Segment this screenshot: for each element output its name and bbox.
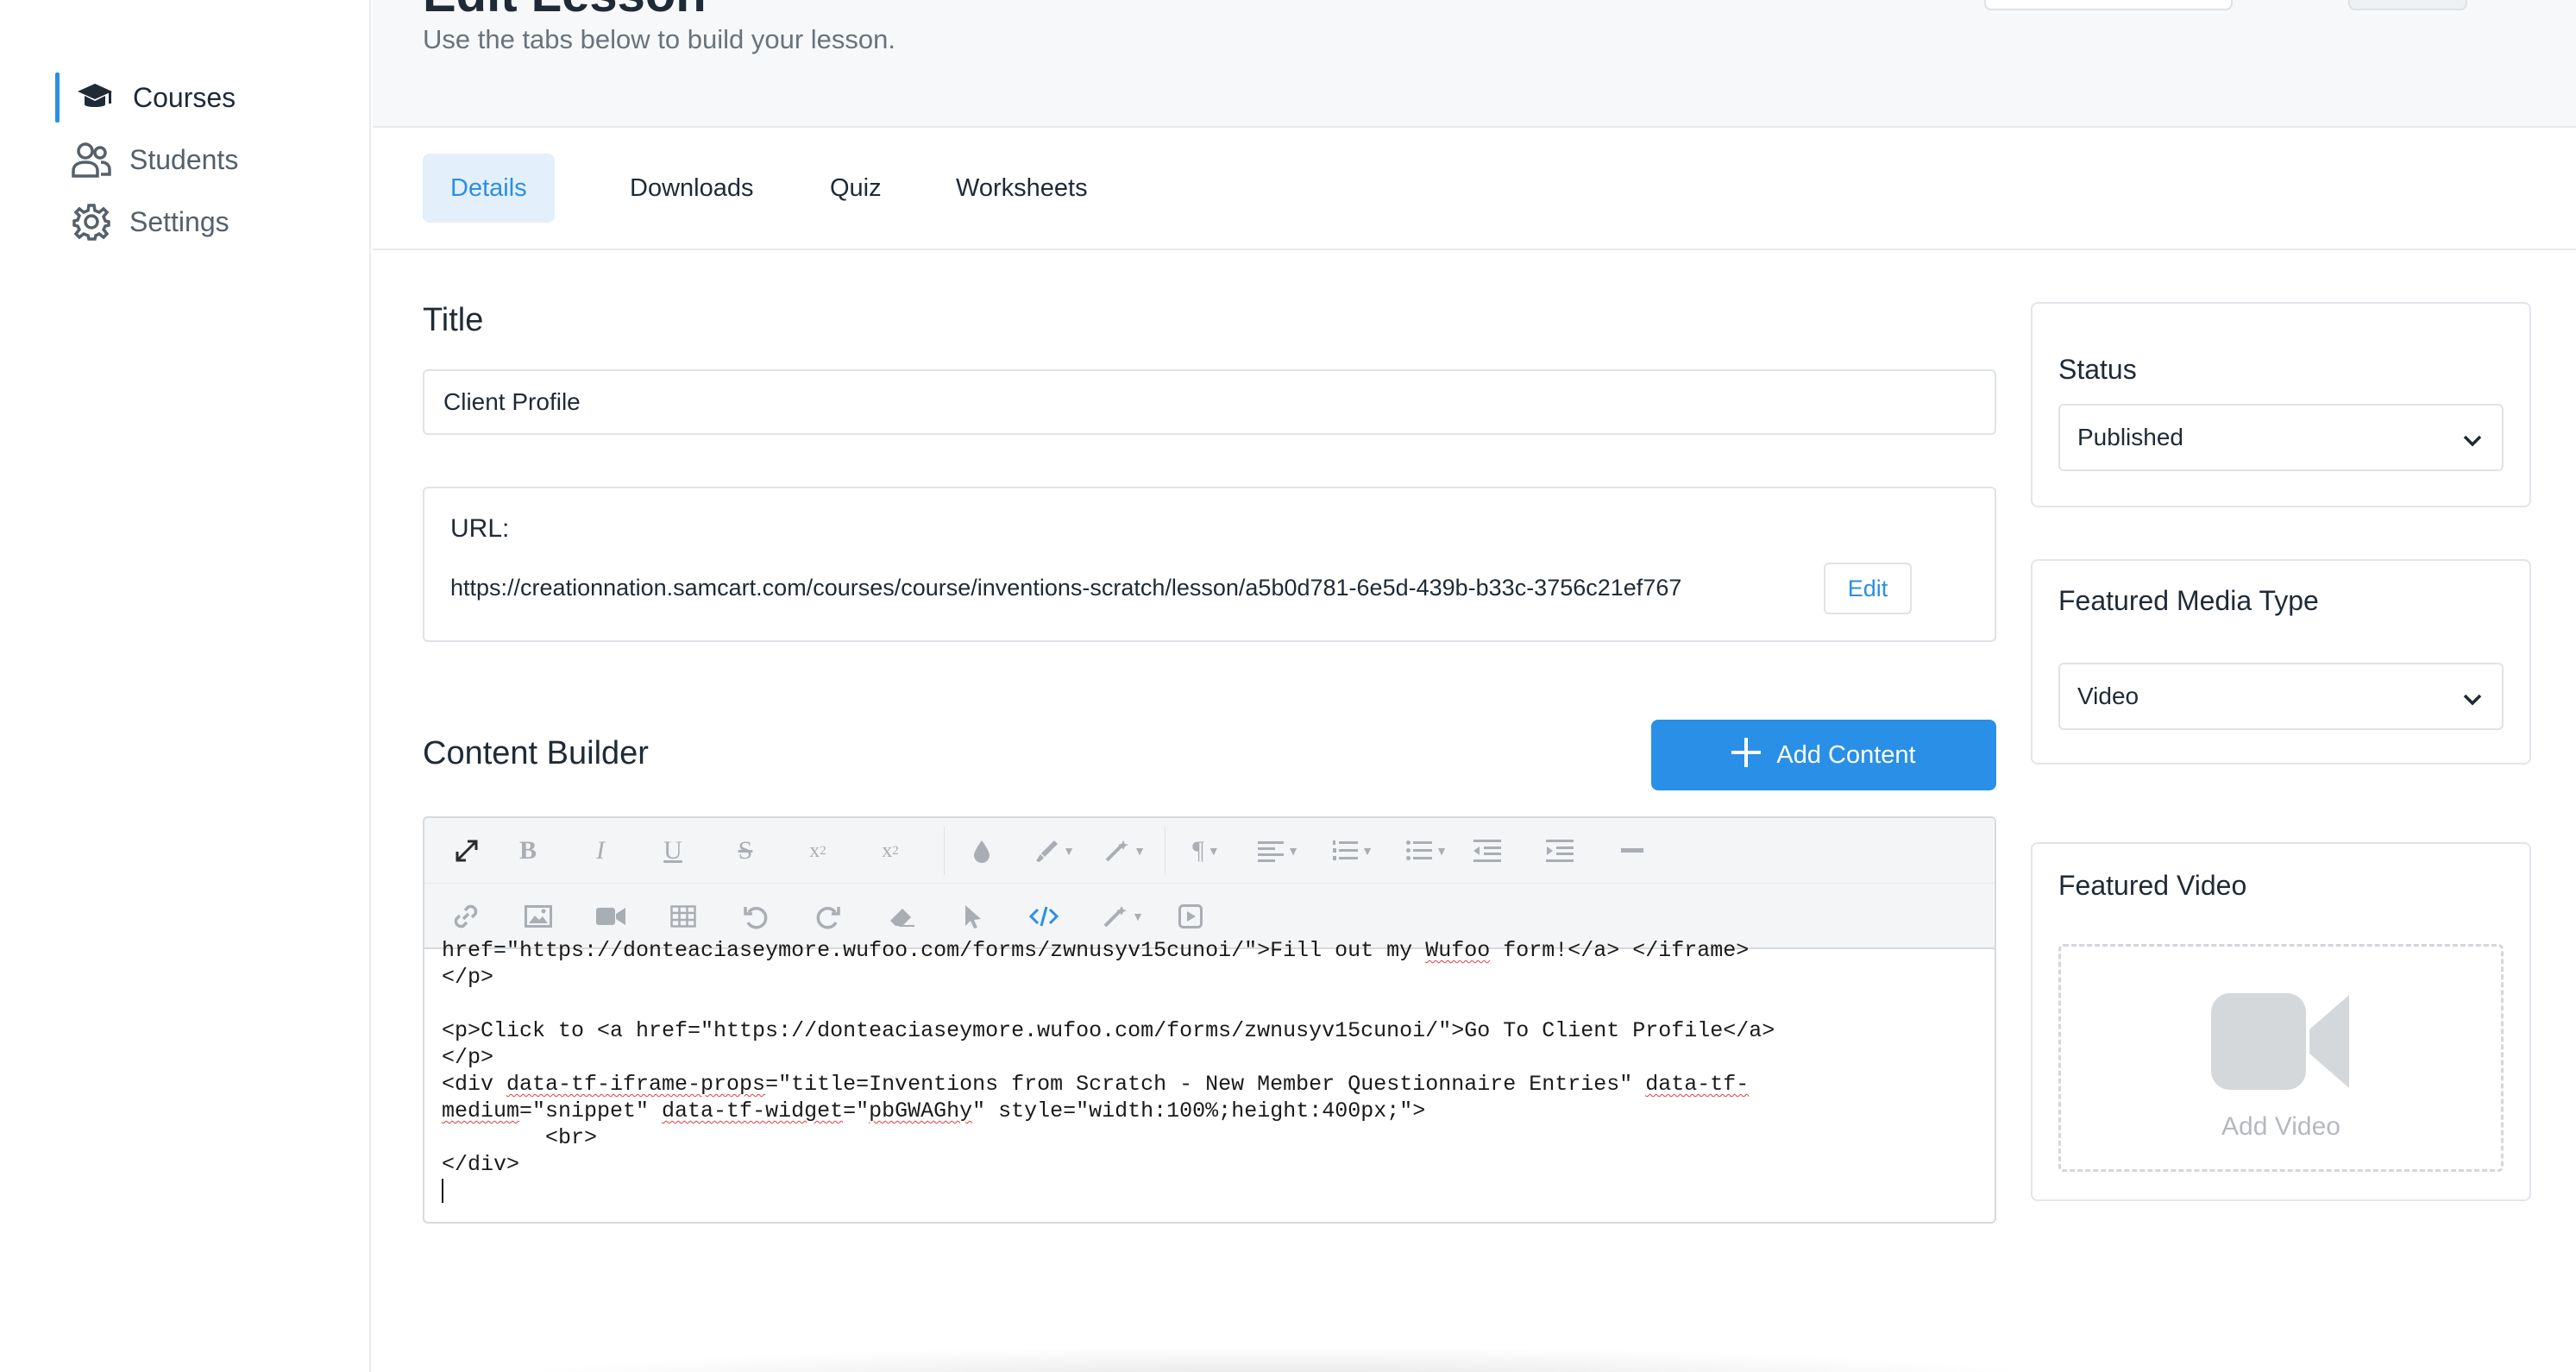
toolbar-row-1: B I U S x2 x2 ▼ ▼ ¶ ▼ ▼ ▼ ▼ bbox=[424, 818, 1995, 884]
sidebar-item-label: Courses bbox=[133, 81, 236, 113]
unordered-list-icon[interactable]: ▼ bbox=[1399, 834, 1454, 868]
select-cursor-icon[interactable] bbox=[956, 899, 990, 934]
image-icon[interactable] bbox=[521, 899, 556, 934]
code-view-icon[interactable] bbox=[1025, 899, 1063, 934]
status-select[interactable]: Published bbox=[2058, 404, 2504, 471]
chevron-down-icon bbox=[2462, 426, 2483, 454]
url-box: URL: https://creationnation.samcart.com/… bbox=[423, 487, 1996, 642]
toolbar-separator bbox=[944, 827, 945, 875]
featured-media-type-label: Featured Media Type bbox=[2058, 585, 2319, 616]
chevron-down-icon bbox=[2462, 685, 2483, 713]
gear-icon bbox=[71, 201, 112, 242]
ordered-list-icon[interactable]: ▼ bbox=[1325, 834, 1380, 868]
tab-quiz[interactable]: Quiz bbox=[802, 154, 909, 223]
outdent-icon[interactable] bbox=[1470, 834, 1505, 868]
edit-url-button[interactable]: Edit bbox=[1824, 563, 1912, 614]
featured-video-label: Featured Video bbox=[2058, 870, 2247, 901]
italic-icon[interactable]: I bbox=[583, 834, 618, 868]
content-builder-label: Content Builder bbox=[423, 735, 649, 771]
video-icon[interactable] bbox=[594, 899, 628, 934]
code-line: </p> bbox=[442, 1045, 494, 1070]
subscript-icon[interactable]: x2 bbox=[801, 834, 835, 868]
text-cursor bbox=[442, 1179, 443, 1204]
sidebar-item-courses[interactable]: Courses bbox=[74, 72, 236, 123]
header-secondary-button[interactable] bbox=[1984, 0, 2233, 10]
url-value: https://creationnation.samcart.com/cours… bbox=[450, 575, 1682, 601]
magic-wand-icon[interactable]: ▼ bbox=[1097, 899, 1149, 934]
add-content-button[interactable]: Add Content bbox=[1651, 720, 1996, 790]
sidebar-item-label: Students bbox=[129, 143, 239, 175]
users-icon bbox=[71, 139, 112, 180]
tab-downloads[interactable]: Downloads bbox=[602, 154, 781, 223]
add-content-label: Add Content bbox=[1776, 740, 1916, 769]
align-icon[interactable]: ▼ bbox=[1251, 834, 1306, 868]
url-label: URL: bbox=[450, 514, 510, 543]
code-line: href="https://donteaciaseymore.wufoo.com… bbox=[442, 938, 1750, 963]
strikethrough-icon[interactable]: S bbox=[728, 834, 763, 868]
superscript-icon[interactable]: x2 bbox=[873, 834, 908, 868]
add-video-label: Add Video bbox=[2221, 1112, 2340, 1141]
editor-toolbar: B I U S x2 x2 ▼ ▼ ¶ ▼ ▼ ▼ ▼ ▼ bbox=[424, 818, 1995, 949]
title-input[interactable]: Client Profile bbox=[423, 369, 1996, 435]
rich-text-editor: B I U S x2 x2 ▼ ▼ ¶ ▼ ▼ ▼ ▼ ▼ href="http… bbox=[423, 816, 1996, 1224]
indent-icon[interactable] bbox=[1542, 834, 1577, 868]
code-line: <p>Click to <a href="https://donteaciase… bbox=[442, 1018, 1775, 1043]
eraser-icon[interactable] bbox=[883, 899, 918, 934]
background-color-icon[interactable]: ▼ bbox=[1028, 834, 1080, 868]
status-label: Status bbox=[2058, 354, 2137, 385]
sidebar: Courses Students Settings bbox=[0, 0, 371, 1372]
active-nav-indicator bbox=[55, 72, 60, 123]
featured-media-type-panel: Featured Media Type Video bbox=[2031, 559, 2531, 765]
table-icon[interactable] bbox=[666, 899, 701, 934]
paragraph-icon[interactable]: ¶ ▼ bbox=[1180, 834, 1232, 868]
header-primary-button[interactable] bbox=[2348, 0, 2467, 10]
sidebar-item-students[interactable]: Students bbox=[71, 135, 238, 185]
sidebar-item-label: Settings bbox=[129, 205, 229, 237]
tab-worksheets[interactable]: Worksheets bbox=[928, 154, 1115, 223]
title-input-value: Client Profile bbox=[443, 388, 581, 415]
status-panel: Status Published bbox=[2031, 302, 2531, 507]
bottom-shadow bbox=[483, 1346, 2070, 1372]
page-title: Edit Lesson bbox=[423, 0, 707, 23]
video-camera-icon bbox=[2211, 993, 2349, 1094]
preview-icon[interactable] bbox=[1173, 899, 1208, 934]
graduation-cap-icon bbox=[74, 77, 116, 118]
featured-video-panel: Featured Video Add Video bbox=[2031, 842, 2531, 1201]
bold-icon[interactable]: B bbox=[511, 834, 545, 868]
text-color-icon[interactable] bbox=[964, 834, 999, 868]
featured-media-type-select[interactable]: Video bbox=[2058, 663, 2504, 730]
code-line: </p> bbox=[442, 965, 494, 990]
code-line: <div data-tf-iframe-props="title=Inventi… bbox=[442, 1072, 1750, 1097]
tab-details[interactable]: Details bbox=[423, 154, 555, 223]
title-label: Title bbox=[423, 302, 484, 338]
code-editor[interactable]: href="https://donteaciaseymore.wufoo.com… bbox=[424, 937, 1995, 1212]
sidebar-item-settings[interactable]: Settings bbox=[71, 197, 229, 247]
horizontal-rule-icon[interactable] bbox=[1615, 834, 1649, 868]
status-select-value: Published bbox=[2077, 424, 2183, 450]
magic-wand-icon[interactable]: ▼ bbox=[1099, 834, 1151, 868]
lesson-tabs: Details Downloads Quiz Worksheets bbox=[373, 129, 2576, 250]
code-line: </div> bbox=[442, 1152, 520, 1177]
fullscreen-icon[interactable] bbox=[449, 834, 485, 868]
redo-icon[interactable] bbox=[811, 899, 845, 934]
underline-icon[interactable]: U bbox=[656, 834, 690, 868]
featured-media-type-value: Video bbox=[2077, 683, 2139, 709]
page-header: Edit Lesson Use the tabs below to build … bbox=[373, 0, 2576, 128]
code-line bbox=[442, 1178, 1977, 1205]
plus-icon bbox=[1731, 736, 1762, 774]
undo-icon[interactable] bbox=[738, 899, 773, 934]
page-subtitle: Use the tabs below to build your lesson. bbox=[423, 24, 895, 54]
add-video-dropzone[interactable]: Add Video bbox=[2058, 944, 2504, 1172]
code-line: medium="snippet" data-tf-widget="pbGWAGh… bbox=[442, 1098, 1426, 1123]
link-icon[interactable] bbox=[449, 899, 483, 934]
code-line: <br> bbox=[442, 1125, 598, 1150]
